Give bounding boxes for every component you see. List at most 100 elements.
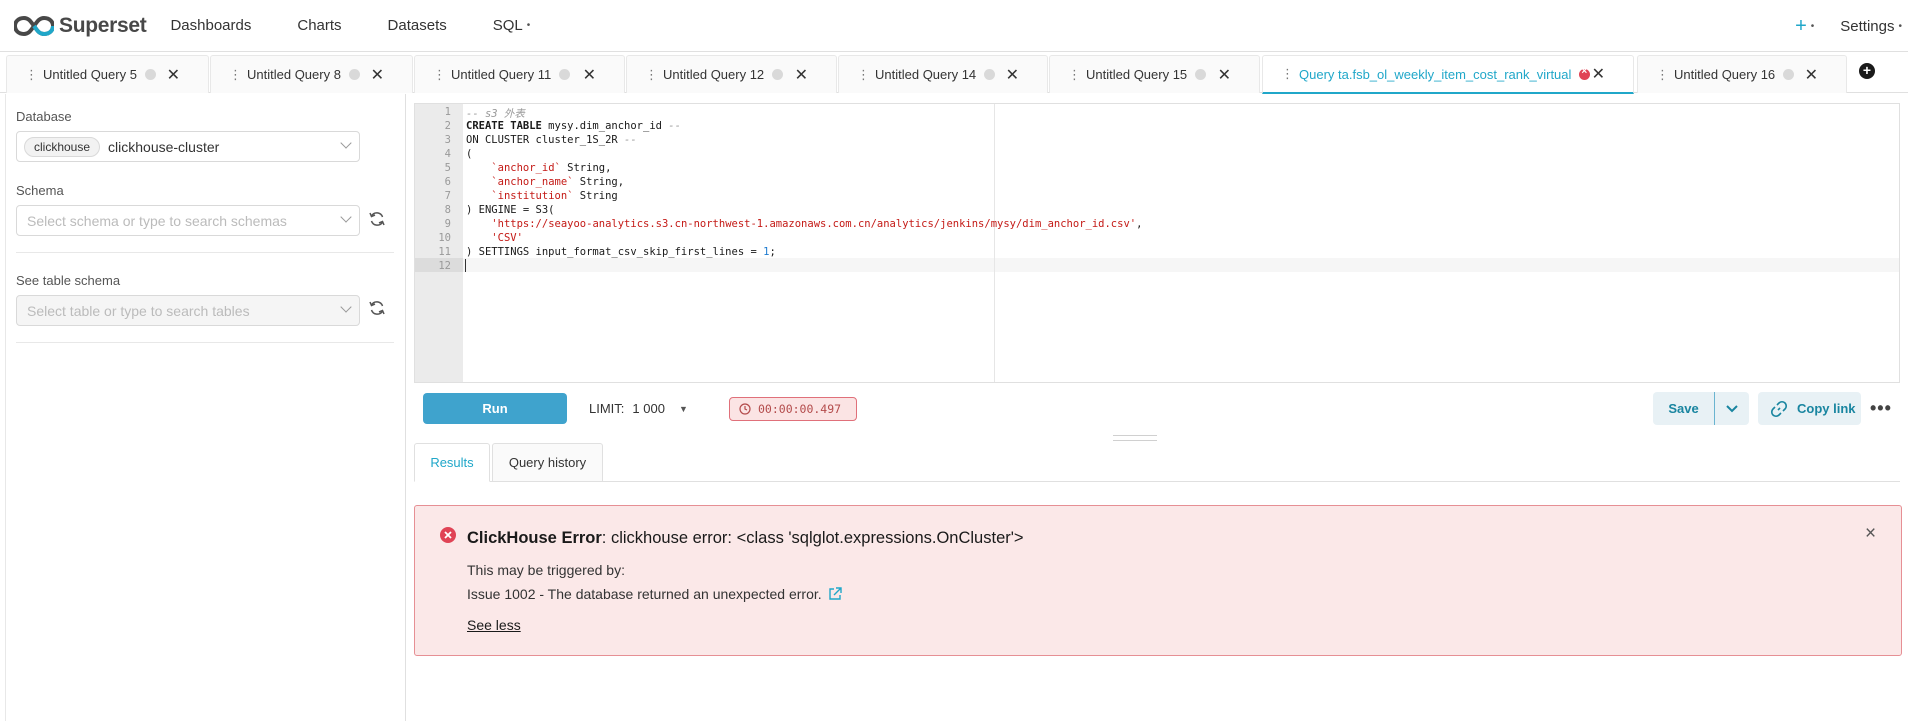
nav-right: + • Settings • <box>1795 0 1908 52</box>
code-line: ) SETTINGS input_format_csv_skip_first_l… <box>466 246 776 258</box>
error-issue-text: Issue 1002 - The database returned an un… <box>467 586 822 602</box>
see-less-link[interactable]: See less <box>467 617 521 633</box>
new-item-button[interactable]: + • <box>1795 15 1814 38</box>
query-tab[interactable]: ⋮ Untitled Query 14 ✕ <box>838 55 1048 93</box>
sql-editor[interactable]: 1 2 3 4 5 6 7 8 9 10 11 12 -- s3 外表 CREA… <box>414 103 1900 383</box>
line-number: 2 <box>444 120 451 132</box>
code-keyword: CREATE TABLE <box>466 120 542 132</box>
line-number: 3 <box>444 134 451 146</box>
save-button[interactable]: Save <box>1653 392 1714 425</box>
tab-query-history[interactable]: Query history <box>492 443 603 482</box>
tab-results[interactable]: Results <box>414 443 490 482</box>
table-select[interactable]: Select table or type to search tables <box>16 295 360 326</box>
query-tab-active[interactable]: ⋮ Query ta.fsb_ol_weekly_item_cost_rank_… <box>1262 55 1634 94</box>
drag-handle-icon[interactable]: ⋮ <box>433 67 446 83</box>
line-number: 5 <box>444 162 451 174</box>
caret-down-icon: ▼ <box>678 403 688 414</box>
nav-charts[interactable]: Charts <box>297 17 341 34</box>
drag-handle-icon[interactable]: ⋮ <box>25 67 38 83</box>
query-tab-label: Untitled Query 5 <box>43 67 137 82</box>
chevron-down-icon <box>1726 404 1738 412</box>
query-tab-label: Untitled Query 8 <box>247 67 341 82</box>
top-navbar: Superset Dashboards Charts Datasets SQL … <box>0 0 1908 52</box>
drag-handle-icon[interactable]: ⋮ <box>1068 67 1081 83</box>
save-options-button[interactable] <box>1715 392 1749 425</box>
query-tab-label: Untitled Query 11 <box>451 67 552 82</box>
text-cursor <box>465 259 466 272</box>
limit-dropdown[interactable]: LIMIT: 1 000 ▼ <box>589 401 688 416</box>
code-identifier: `anchor_name` <box>491 176 574 188</box>
code-text: ; <box>769 246 776 258</box>
query-tab-label: Query ta.fsb_ol_weekly_item_cost_rank_vi… <box>1299 66 1572 82</box>
query-tab-label: Untitled Query 15 <box>1086 67 1188 82</box>
run-button[interactable]: Run <box>423 393 567 424</box>
close-icon[interactable]: ✕ <box>1805 65 1818 85</box>
database-engine-tag: clickhouse <box>24 136 101 157</box>
caret-down-icon: • <box>526 20 531 31</box>
close-icon[interactable]: ✕ <box>371 65 384 85</box>
nav-sql-label: SQL <box>492 17 523 34</box>
drag-handle-icon[interactable]: ⋮ <box>229 67 242 83</box>
more-icon[interactable]: ••• <box>1870 398 1892 419</box>
close-icon[interactable]: ✕ <box>1592 64 1605 84</box>
refresh-icon[interactable] <box>368 299 386 317</box>
code-keyword: ON CLUSTER <box>466 134 530 146</box>
code-string: 'CSV' <box>491 232 523 244</box>
query-timer: 00:00:00.497 <box>729 397 857 421</box>
external-link-icon[interactable] <box>828 587 842 601</box>
line-number: 7 <box>444 190 451 202</box>
nav-dashboards[interactable]: Dashboards <box>170 17 251 34</box>
brand[interactable]: Superset <box>14 14 147 38</box>
code-comment: -- <box>624 134 637 146</box>
copy-link-label: Copy link <box>1797 401 1856 416</box>
line-number: 4 <box>444 148 451 160</box>
resize-handle[interactable] <box>1113 435 1157 441</box>
database-label: Database <box>16 109 72 124</box>
line-number: 6 <box>444 176 451 188</box>
query-tab[interactable]: ⋮ Untitled Query 15 ✕ <box>1049 55 1260 93</box>
close-icon[interactable]: ✕ <box>583 65 596 85</box>
drag-handle-icon[interactable]: ⋮ <box>857 67 870 83</box>
close-icon[interactable]: ✕ <box>795 65 808 85</box>
main-menu: Dashboards Charts Datasets SQL • <box>170 17 576 34</box>
drag-handle-icon[interactable]: ⋮ <box>645 67 658 83</box>
copy-link-button[interactable]: Copy link <box>1758 392 1861 425</box>
code-comment: -- <box>668 120 681 132</box>
close-icon[interactable]: ✕ <box>167 65 180 85</box>
close-icon[interactable]: × <box>1865 523 1876 545</box>
code-text: String <box>573 190 618 202</box>
drag-handle-icon[interactable]: ⋮ <box>1281 66 1294 82</box>
schema-placeholder: Select schema or type to search schemas <box>27 212 287 229</box>
add-tab-icon[interactable]: + <box>1859 63 1875 79</box>
limit-value: 1 000 <box>632 401 665 416</box>
query-tab[interactable]: ⋮ Untitled Query 8 ✕ <box>210 55 413 93</box>
code-line: ( <box>466 148 472 160</box>
schema-select[interactable]: Select schema or type to search schemas <box>16 205 360 236</box>
close-icon[interactable]: ✕ <box>1218 65 1231 85</box>
nav-sql[interactable]: SQL • <box>493 17 531 34</box>
line-number: 1 <box>444 106 451 118</box>
query-tab[interactable]: ⋮ Untitled Query 16 ✕ <box>1637 55 1847 93</box>
error-alert: ClickHouse Error: clickhouse error: <cla… <box>414 505 1902 656</box>
caret-down-icon: • <box>1898 20 1902 32</box>
drag-handle-icon[interactable]: ⋮ <box>1656 67 1669 83</box>
query-tab-label: Untitled Query 14 <box>875 67 977 82</box>
query-tab[interactable]: ⋮ Untitled Query 12 ✕ <box>626 55 837 93</box>
query-status-indicator <box>144 69 156 80</box>
code-line: `anchor_id` String, <box>466 162 611 174</box>
settings-menu[interactable]: Settings • <box>1840 18 1902 35</box>
query-status-indicator <box>1195 69 1207 80</box>
query-tab[interactable]: ⋮ Untitled Query 11 ✕ <box>414 55 625 93</box>
close-icon[interactable]: ✕ <box>1006 65 1019 85</box>
code-string: 'https://seayoo-analytics.s3.cn-northwes… <box>491 218 1137 230</box>
code-identifier: `anchor_id` <box>491 162 561 174</box>
nav-datasets[interactable]: Datasets <box>388 17 447 34</box>
line-number: 8 <box>444 204 451 216</box>
database-select[interactable]: clickhouse clickhouse-cluster <box>16 131 360 162</box>
caret-down-icon: • <box>1810 20 1815 32</box>
refresh-icon[interactable] <box>368 210 386 228</box>
query-tab[interactable]: ⋮ Untitled Query 5 ✕ <box>6 55 209 93</box>
schema-label: Schema <box>16 183 64 198</box>
save-button-group: Save <box>1653 392 1749 425</box>
code-line: `institution` String <box>466 190 618 202</box>
